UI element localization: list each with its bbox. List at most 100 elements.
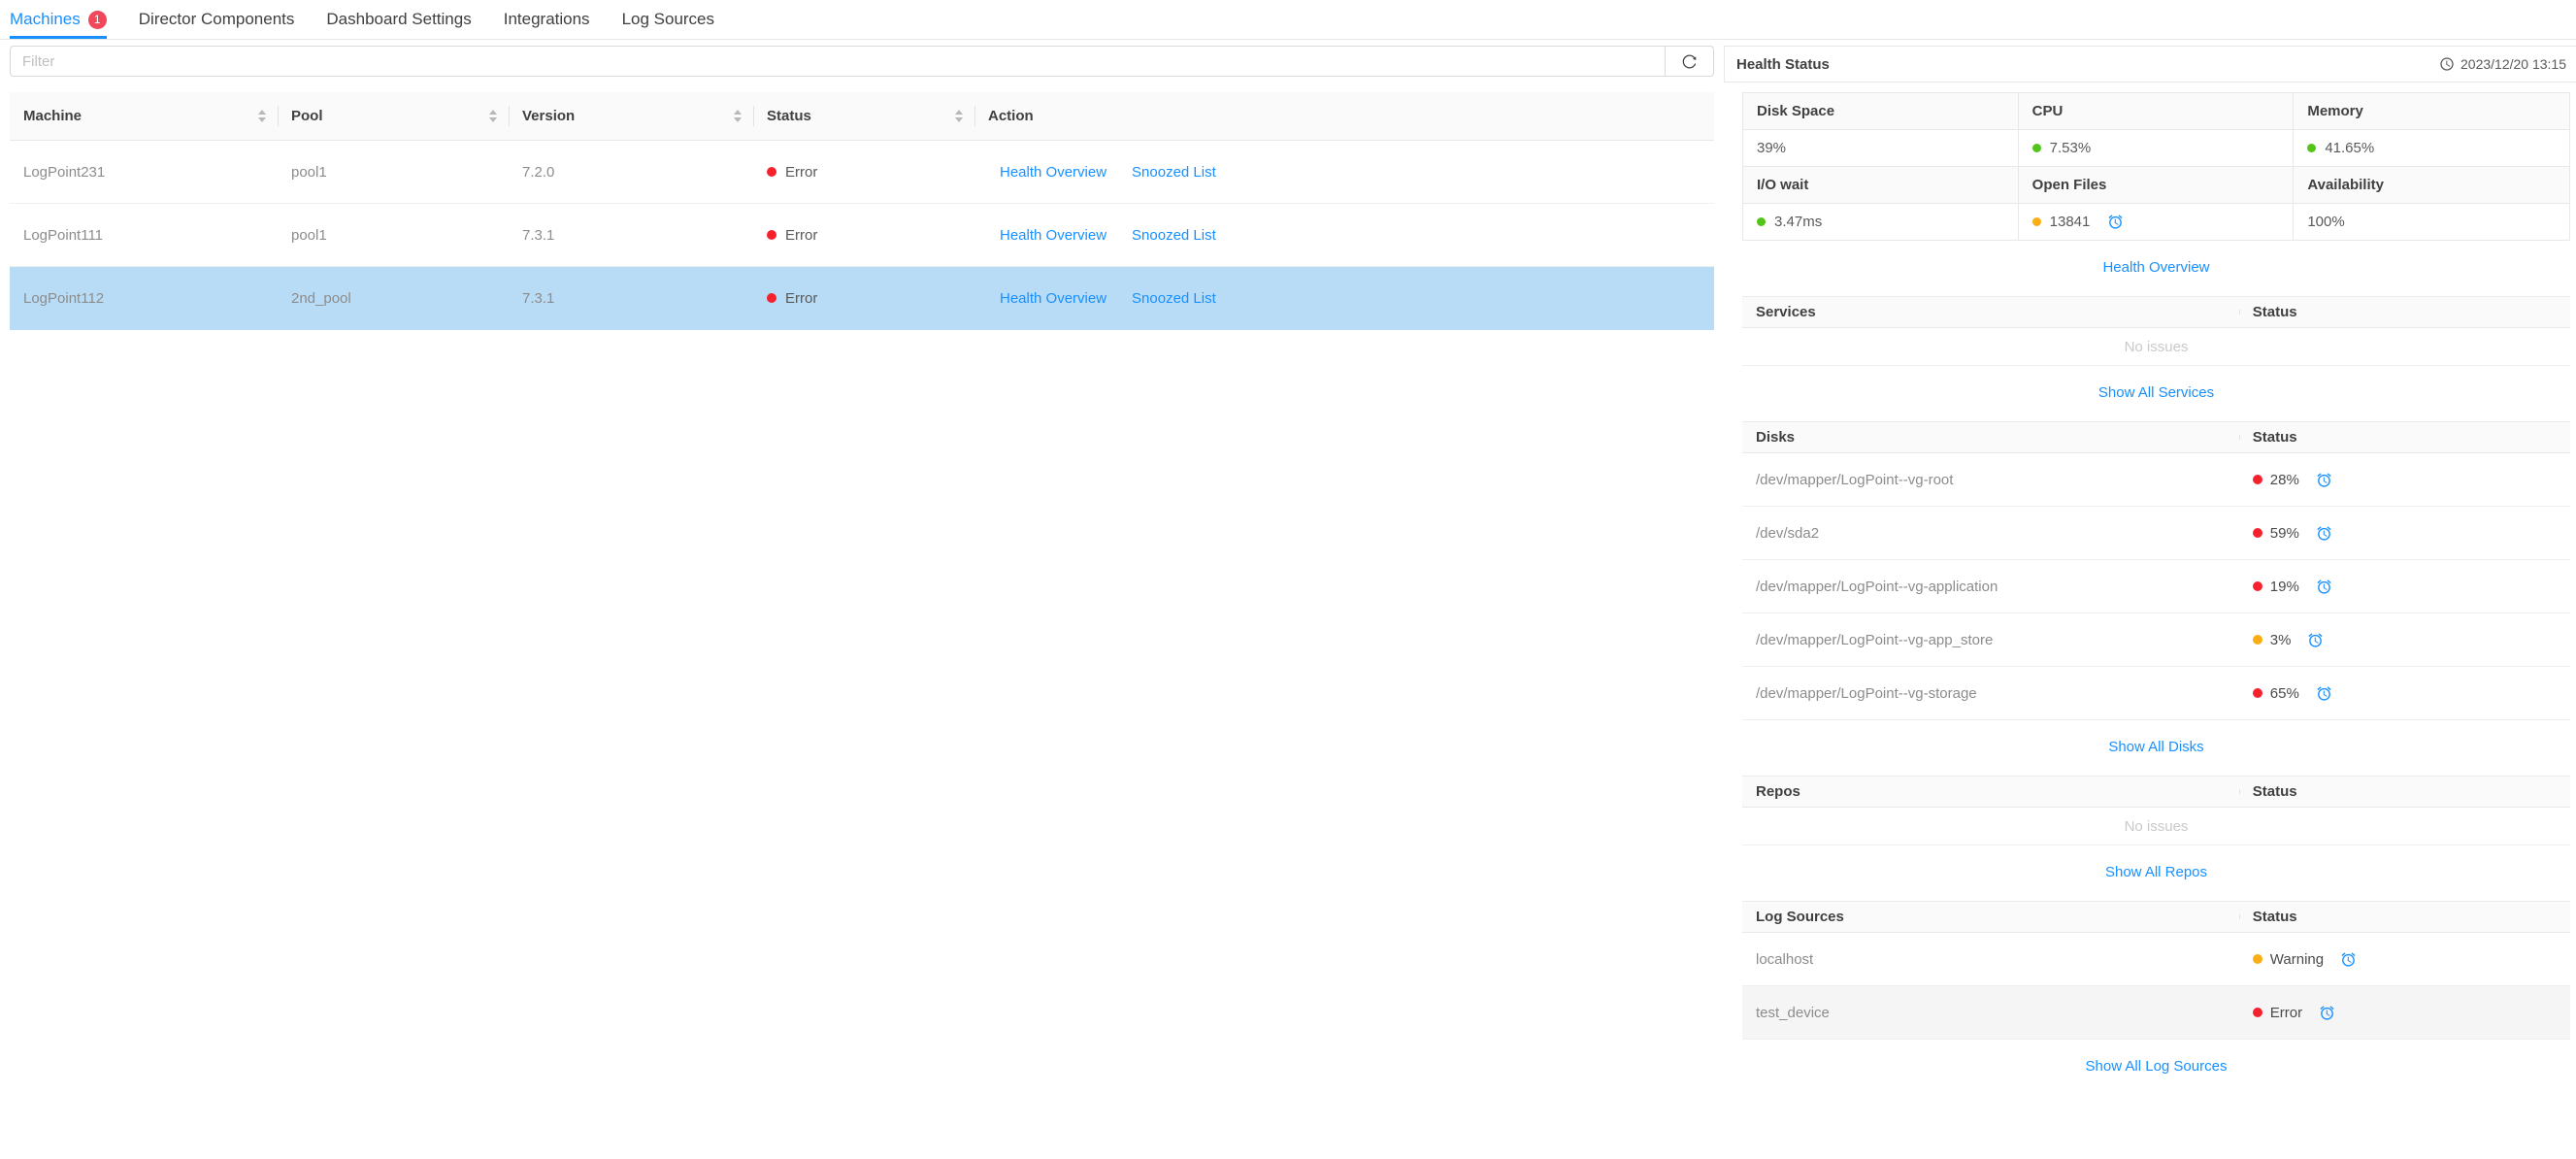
sort-carets-icon[interactable] [479,110,497,122]
sort-carets-icon[interactable] [724,110,742,122]
log-source-row: localhost Warning [1742,933,2570,986]
snoozed-list-link[interactable]: Snoozed List [1132,227,1216,244]
tab-log-sources[interactable]: Log Sources [622,0,714,39]
action-cell: Health Overview Snoozed List [974,290,1714,307]
metric-label-io-wait: I/O wait [1743,167,2019,204]
timestamp-text: 2023/12/20 13:15 [2460,56,2566,72]
disk-name: /dev/mapper/LogPoint--vg-app_store [1742,632,2239,648]
alarm-clock-icon[interactable] [2307,632,2324,648]
snoozed-list-link[interactable]: Snoozed List [1132,164,1216,181]
metric-value-io-wait: 3.47ms [1743,204,2019,241]
health-overview-link[interactable]: Health Overview [1000,164,1106,181]
column-label: Action [988,108,1034,124]
disk-name: /dev/sda2 [1742,525,2239,542]
tab-dashboard-settings-label: Dashboard Settings [326,10,471,29]
error-dot-icon [767,293,776,303]
machine-name: LogPoint111 [10,227,278,244]
version: 7.3.1 [509,290,753,307]
alarm-clock-icon[interactable] [2319,1005,2335,1021]
status-label: Error [785,164,817,181]
timestamp: 2023/12/20 13:15 [2439,56,2566,72]
tab-machines[interactable]: Machines 1 [10,0,107,39]
column-header-machine[interactable]: Machine [10,92,278,140]
refresh-button[interactable] [1666,46,1714,77]
tab-integrations[interactable]: Integrations [504,0,590,39]
tab-dashboard-settings[interactable]: Dashboard Settings [326,0,471,39]
status-label: Error [785,227,817,244]
ok-dot-icon [2032,144,2041,152]
disk-usage-value: 19% [2270,579,2299,595]
machines-table-header: Machine Pool Version Status Action [10,92,1714,141]
metric-label-cpu: CPU [2019,93,2295,130]
pool-name: pool1 [278,164,509,181]
show-all-log-sources-link[interactable]: Show All Log Sources [2086,1058,2228,1075]
health-status-panel: Health Status 2023/12/20 13:15 Disk Spac… [1724,40,2576,1159]
metric-value-cpu: 7.53% [2019,130,2295,167]
alarm-clock-icon[interactable] [2316,525,2332,542]
error-dot-icon [767,167,776,177]
column-label: Status [767,108,811,124]
health-overview-link[interactable]: Health Overview [2102,259,2209,276]
metric-value-disk-space: 39% [1743,130,2019,167]
metric-value-text: 7.53% [2050,140,2092,156]
log-sources-header-label: Log Sources [1742,909,2239,925]
services-header-label: Services [1742,304,2239,320]
warning-dot-icon [2253,954,2262,964]
alarm-clock-icon[interactable] [2316,685,2332,702]
tab-director-components[interactable]: Director Components [139,0,295,39]
disk-status: 65% [2239,685,2570,702]
disk-row: /dev/sda2 59% [1742,507,2570,560]
column-header-pool[interactable]: Pool [278,92,509,140]
disk-row: /dev/mapper/LogPoint--vg-storage 65% [1742,667,2570,720]
machines-count-badge: 1 [88,11,107,29]
show-all-services-link[interactable]: Show All Services [2098,384,2214,401]
ok-dot-icon [2307,144,2316,152]
table-row-logpoint111[interactable]: LogPoint111 pool1 7.3.1 Error Health Ove… [10,204,1714,267]
health-status-header: Health Status 2023/12/20 13:15 [1724,46,2576,83]
column-header-version[interactable]: Version [509,92,753,140]
health-overview-link[interactable]: Health Overview [1000,227,1106,244]
alarm-clock-icon[interactable] [2316,579,2332,595]
metric-label-open-files: Open Files [2019,167,2295,204]
show-all-repos-link[interactable]: Show All Repos [2105,864,2207,880]
error-dot-icon [767,230,776,240]
clock-icon [2439,56,2455,72]
table-row-logpoint231[interactable]: LogPoint231 pool1 7.2.0 Error Health Ove… [10,141,1714,204]
repos-table: Repos Status No issues [1742,776,2570,845]
repos-status-header: Status [2239,783,2570,800]
log-sources-table-header: Log Sources Status [1742,901,2570,933]
health-overview-link[interactable]: Health Overview [1000,290,1106,307]
table-row-logpoint112-selected[interactable]: LogPoint112 2nd_pool 7.3.1 Error Health … [10,267,1714,330]
log-sources-status-header: Status [2239,909,2570,925]
machine-name: LogPoint112 [10,290,278,307]
disks-header-label: Disks [1742,429,2239,446]
show-all-disks-link[interactable]: Show All Disks [2108,739,2203,755]
disks-table-header: Disks Status [1742,421,2570,453]
disk-name: /dev/mapper/LogPoint--vg-root [1742,472,2239,488]
log-source-status: Warning [2239,951,2570,968]
column-header-status[interactable]: Status [753,92,974,140]
show-all-repos-row: Show All Repos [1742,845,2570,901]
show-all-disks-row: Show All Disks [1742,720,2570,776]
column-label: Pool [291,108,323,124]
status-cell: Error [753,227,974,244]
filter-input[interactable] [10,46,1666,77]
error-dot-icon [2253,528,2262,538]
machines-table: Machine Pool Version Status Action [10,92,1714,330]
metric-value-text: 100% [2307,214,2344,230]
status-label: Error [785,290,817,307]
machines-section: Machine Pool Version Status Action [0,40,1714,1159]
reload-icon [1681,53,1698,70]
alarm-clock-icon[interactable] [2107,214,2124,230]
sort-carets-icon[interactable] [248,110,266,122]
alarm-clock-icon[interactable] [2316,472,2332,488]
disk-usage-value: 59% [2270,525,2299,542]
disk-status: 3% [2239,632,2570,648]
alarm-clock-icon[interactable] [2340,951,2357,968]
machine-name: LogPoint231 [10,164,278,181]
disk-usage-value: 3% [2270,632,2292,648]
tab-director-components-label: Director Components [139,10,295,29]
disk-status: 19% [2239,579,2570,595]
snoozed-list-link[interactable]: Snoozed List [1132,290,1216,307]
sort-carets-icon[interactable] [945,110,963,122]
